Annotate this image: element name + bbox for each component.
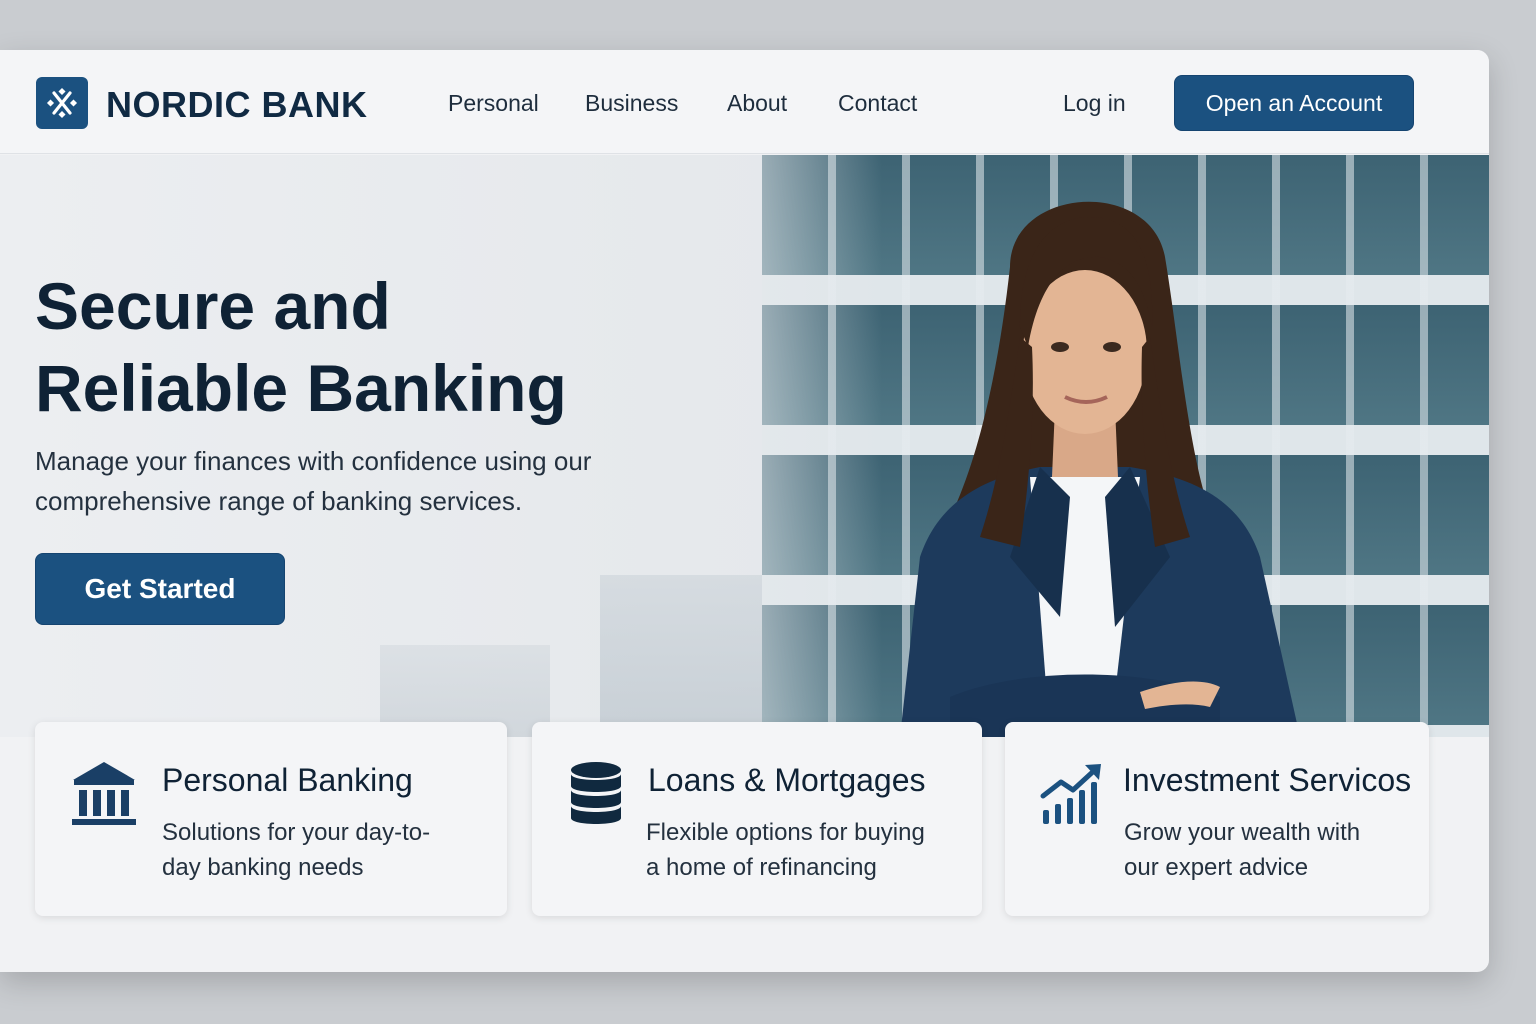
hero-section: Secure and Reliable Banking Manage your …: [0, 155, 1489, 737]
card-title: Loans & Mortgages: [648, 762, 926, 798]
open-account-button[interactable]: Open an Account: [1174, 75, 1414, 131]
nav-business[interactable]: Business: [585, 90, 678, 117]
card-investment-services[interactable]: Investment Servicos Grow your wealth wit…: [1005, 722, 1429, 916]
nav-about[interactable]: About: [727, 90, 787, 117]
nav-personal[interactable]: Personal: [448, 90, 539, 117]
hero-subtitle: Manage your finances with confidence usi…: [35, 446, 592, 516]
coin-stack-icon: [571, 762, 621, 824]
card-title: Investment Servicos: [1123, 762, 1412, 798]
hero-title: Secure and Reliable Banking: [35, 269, 567, 425]
background-building: [600, 575, 770, 737]
card-description: Flexible options for buying a home of re…: [646, 819, 925, 881]
growth-chart-icon: [1040, 764, 1101, 824]
businesswoman-photo: [900, 201, 1300, 737]
card-loans-mortgages[interactable]: Loans & Mortgages Flexible options for b…: [532, 722, 982, 916]
brand-name[interactable]: NORDIC BANK: [106, 84, 368, 126]
card-title: Personal Banking: [162, 762, 413, 798]
site-header: NORDIC BANK Personal Business About Cont…: [0, 50, 1489, 154]
browser-window: NORDIC BANK Personal Business About Cont…: [0, 50, 1489, 972]
card-description: Solutions for your day-to- day banking n…: [162, 819, 431, 881]
nordic-bank-logo-icon[interactable]: [36, 77, 88, 129]
card-description: Grow your wealth with our expert advice: [1124, 819, 1361, 881]
login-link[interactable]: Log in: [1063, 90, 1126, 117]
bank-building-icon: [72, 762, 136, 825]
nav-contact[interactable]: Contact: [838, 90, 917, 117]
get-started-button[interactable]: Get Started: [35, 553, 285, 625]
card-personal-banking[interactable]: Personal Banking Solutions for your day-…: [35, 722, 507, 916]
